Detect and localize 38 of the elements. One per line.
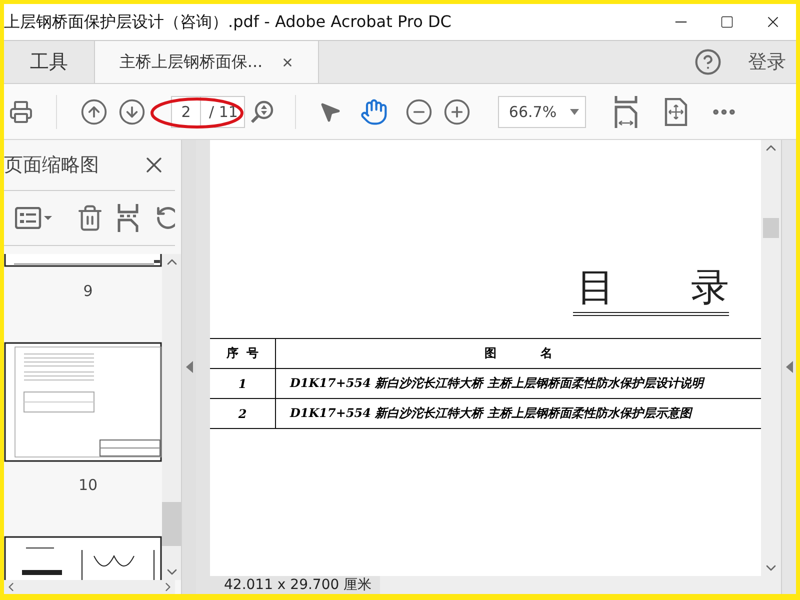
close-icon[interactable] — [280, 56, 294, 68]
scrollbar-thumb[interactable] — [763, 218, 779, 238]
zoom-dropdown[interactable]: 66.7% — [498, 96, 586, 128]
next-page-button[interactable] — [118, 98, 146, 126]
column-header: 图 名 — [276, 338, 761, 368]
login-button[interactable]: 登录 — [732, 41, 796, 83]
maximize-icon[interactable] — [720, 15, 734, 29]
search-icon[interactable] — [248, 98, 275, 124]
expand-panel-icon[interactable] — [786, 361, 792, 373]
scrollbar-thumb[interactable] — [162, 502, 181, 546]
horizontal-scrollbar[interactable] — [380, 576, 781, 594]
column-header: 序 号 — [210, 338, 276, 368]
page-number: 9 — [83, 282, 93, 300]
panel-title: 页面缩略图 — [4, 153, 99, 178]
insert-page-icon[interactable] — [117, 204, 139, 232]
page-number: 10 — [78, 476, 98, 494]
table-cell: 1 — [210, 368, 276, 398]
table-cell: D1K17+554 新白沙沱长江特大桥 主桥上层钢桥面柔性防水保护层示意图 — [276, 398, 761, 428]
page-thumbnail[interactable] — [4, 254, 162, 268]
zoom-out-button[interactable] — [404, 98, 433, 126]
previous-page-button[interactable] — [80, 98, 108, 126]
full-page-icon[interactable] — [664, 98, 688, 126]
page-thumbnail[interactable] — [4, 342, 162, 462]
fit-width-icon[interactable] — [614, 96, 638, 128]
hand-icon[interactable] — [360, 98, 388, 126]
tab[interactable]: 主桥上层钢桥面保... — [95, 41, 319, 83]
table-cell: 2 — [210, 398, 276, 428]
trash-icon[interactable] — [76, 204, 104, 232]
print-button[interactable] — [9, 100, 33, 124]
page-thumbnail[interactable] — [4, 536, 162, 580]
rotate-icon[interactable] — [155, 205, 175, 231]
options-icon[interactable] — [15, 207, 53, 229]
table-cell: D1K17+554 新白沙沱长江特大桥 主桥上层钢桥面柔性防水保护层设计说明 — [276, 368, 761, 398]
dropdown-caret-icon — [570, 108, 579, 114]
zoom-in-button[interactable] — [442, 98, 471, 126]
window-title: 上层钢桥面保护层设计（咨询）.pdf - Adobe Acrobat Pro DC — [4, 12, 452, 32]
collapse-panel-icon[interactable] — [186, 361, 192, 373]
page-heading: 目 录 — [572, 268, 729, 316]
